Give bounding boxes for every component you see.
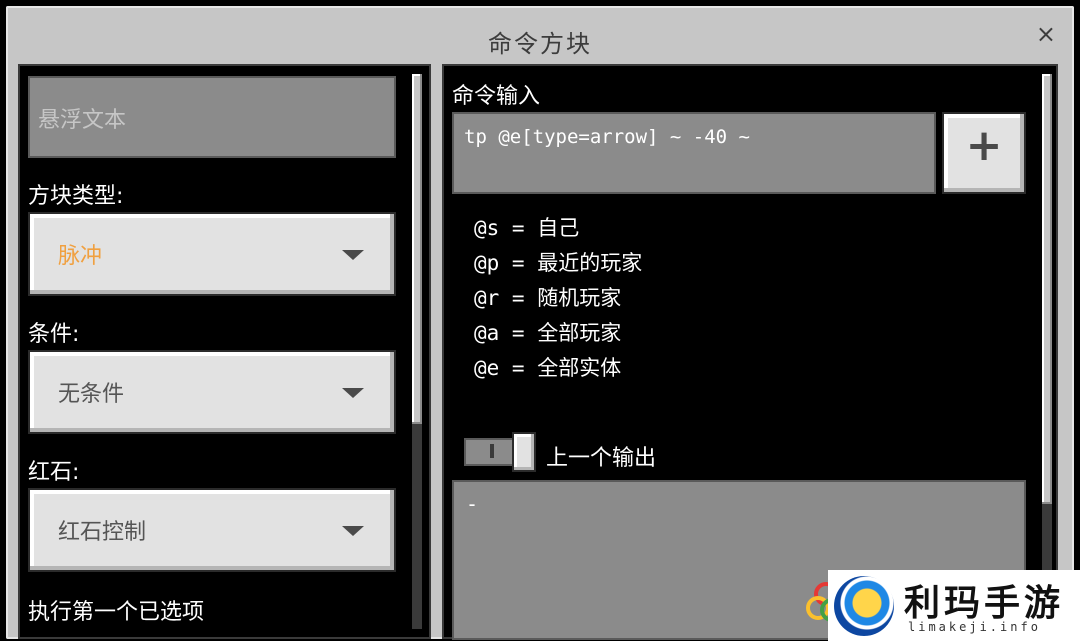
window-title: 命令方块 [488, 30, 592, 58]
selector-all-entities: @e = 全部实体 [474, 356, 622, 380]
condition-dropdown[interactable]: 无条件 [28, 350, 396, 434]
watermark-url: limakeji.info [908, 620, 1041, 634]
previous-output-value: - [466, 492, 479, 516]
scroll-thumb[interactable] [1042, 74, 1052, 504]
selector-nearest-player: @p = 最近的玩家 [474, 251, 643, 275]
watermark-emblem-icon [834, 576, 894, 636]
command-input-label: 命令输入 [452, 84, 541, 109]
block-type-value: 脉冲 [58, 244, 103, 269]
execute-first-label: 执行第一个已选项 [28, 600, 205, 625]
settings-panel: 悬浮文本 方块类型: 脉冲 条件: 无条件 红石: 红石控制 执行第一个已选项 [18, 64, 431, 639]
watermark-logo: 利玛手游 limakeji.info [828, 570, 1080, 641]
close-icon[interactable]: × [1036, 22, 1056, 46]
condition-value: 无条件 [58, 382, 125, 407]
block-type-label: 方块类型: [28, 184, 124, 209]
toggle-mark [490, 444, 494, 458]
redstone-value: 红石控制 [58, 520, 147, 545]
command-block-window: 命令方块 × 悬浮文本 方块类型: 脉冲 条件: 无条件 红石: 红石控制 执行… [6, 6, 1074, 640]
selector-all-players: @a = 全部玩家 [474, 321, 622, 345]
previous-output-label: 上一个输出 [546, 446, 657, 471]
chevron-down-icon [342, 526, 364, 536]
command-input[interactable]: tp @e[type=arrow] ~ -40 ~ [452, 112, 936, 194]
block-type-dropdown[interactable]: 脉冲 [28, 212, 396, 296]
command-scrollbar[interactable] [1042, 74, 1052, 629]
selector-random-player: @r = 随机玩家 [474, 286, 622, 310]
settings-scrollbar[interactable] [412, 74, 422, 629]
chevron-down-icon [342, 250, 364, 260]
command-panel: 命令输入 tp @e[type=arrow] ~ -40 ~ + @s = 自己… [442, 64, 1058, 640]
plus-icon: + [965, 120, 1003, 171]
previous-output-toggle[interactable] [464, 432, 536, 472]
hover-text-placeholder: 悬浮文本 [38, 108, 127, 133]
toggle-knob [512, 432, 536, 472]
redstone-label: 红石: [28, 460, 80, 485]
condition-label: 条件: [28, 322, 80, 347]
selector-self: @s = 自己 [474, 216, 580, 240]
watermark-title: 利玛手游 [904, 583, 1065, 624]
command-input-value: tp @e[type=arrow] ~ -40 ~ [464, 126, 750, 148]
add-button[interactable]: + [942, 112, 1026, 194]
scroll-thumb[interactable] [412, 74, 422, 424]
hover-text-input[interactable]: 悬浮文本 [28, 76, 396, 158]
redstone-dropdown[interactable]: 红石控制 [28, 488, 396, 572]
chevron-down-icon [342, 388, 364, 398]
